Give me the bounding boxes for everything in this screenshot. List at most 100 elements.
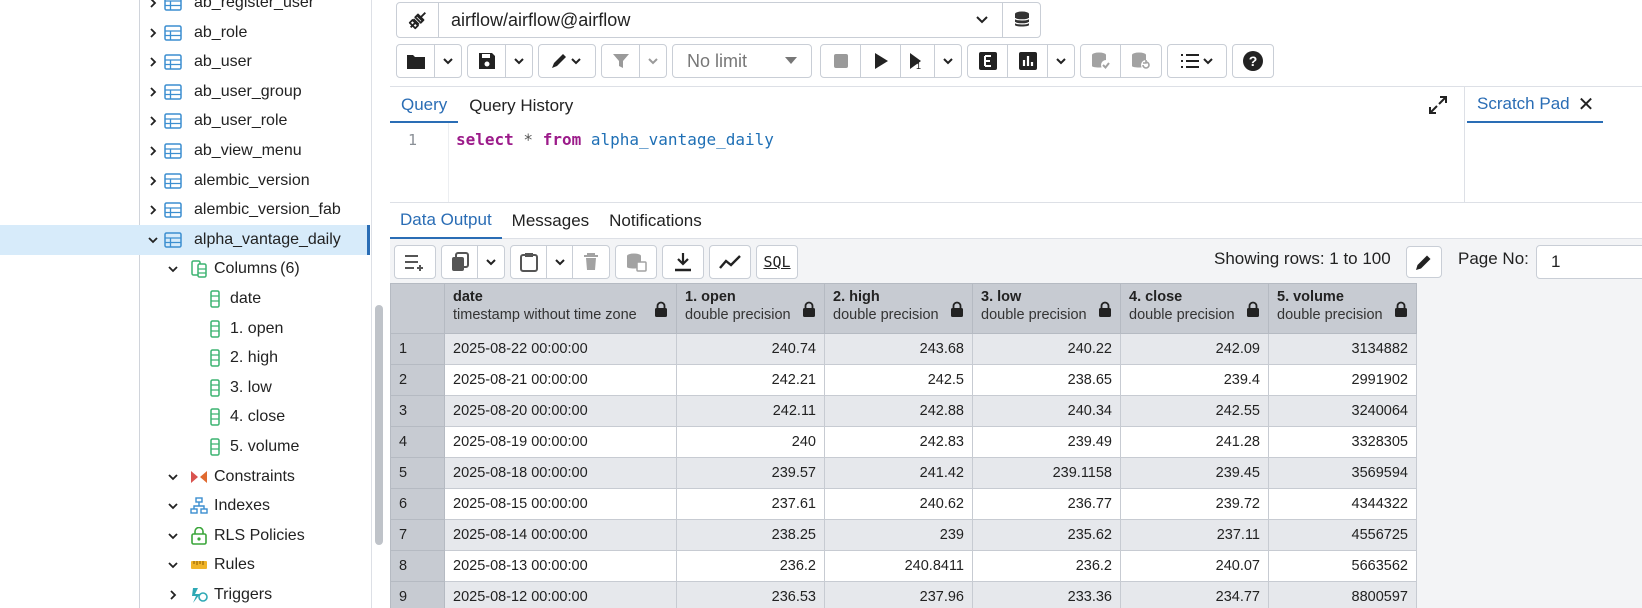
cell-value[interactable]: 240.74 [676,333,825,365]
cell-value[interactable]: 2991902 [1268,364,1417,396]
cell-date[interactable]: 2025-08-13 00:00:00 [444,550,677,582]
cell-value[interactable]: 4556725 [1268,519,1417,551]
tree-item-indexes[interactable]: Indexes [0,491,371,521]
code-line[interactable]: 1 select * from alpha_vantage_daily [390,127,1464,153]
chevron-right-icon[interactable] [146,203,160,217]
tree-item-columns[interactable]: Columns (6) [0,254,371,284]
cell-value[interactable]: 239.72 [1120,488,1269,520]
cell-value[interactable]: 3240064 [1268,395,1417,427]
sql-view-button[interactable]: SQL [757,246,797,278]
cell-value[interactable]: 5663562 [1268,550,1417,582]
cell-value[interactable]: 240.07 [1120,550,1269,582]
cell-value[interactable]: 241.28 [1120,426,1269,458]
cell-value[interactable]: 3328305 [1268,426,1417,458]
tree-item-ab-user[interactable]: ab_user [0,47,371,77]
tree-item-3-low[interactable]: 3. low [0,373,371,403]
tab-messages[interactable]: Messages [502,203,599,239]
tree-item-1-open[interactable]: 1. open [0,314,371,344]
graph-visualiser-icon[interactable] [710,246,750,278]
cell-value[interactable]: 240.62 [824,488,973,520]
cell-value[interactable]: 237.61 [676,488,825,520]
macros-list-icon[interactable] [1168,45,1226,77]
tree-item-2-high[interactable]: 2. high [0,343,371,373]
open-file-icon[interactable] [397,45,435,77]
help-icon[interactable]: ? [1233,45,1273,77]
save-icon[interactable] [468,45,506,77]
cell-date[interactable]: 2025-08-19 00:00:00 [444,426,677,458]
tree-item-triggers[interactable]: Triggers [0,580,371,608]
cell-value[interactable]: 236.77 [972,488,1121,520]
cell-value[interactable]: 8800597 [1268,581,1417,608]
row-number-header[interactable] [390,283,445,334]
row-number[interactable]: 5 [390,457,445,489]
tree-item-5-volume[interactable]: 5. volume [0,432,371,462]
column-header-date[interactable]: date timestamp without time zone [444,283,677,334]
chevron-down-icon[interactable] [166,470,180,484]
chevron-down-icon[interactable] [935,45,961,77]
paste-icon[interactable] [511,246,547,278]
page-number-input[interactable]: 1 [1536,245,1642,279]
chevron-down-icon[interactable] [166,262,180,276]
edit-pencil-icon[interactable] [539,45,595,77]
cell-value[interactable]: 242.5 [824,364,973,396]
tab-notifications[interactable]: Notifications [599,203,712,239]
cell-date[interactable]: 2025-08-14 00:00:00 [444,519,677,551]
cell-value[interactable]: 239 [824,519,973,551]
cell-value[interactable]: 240.34 [972,395,1121,427]
chevron-right-icon[interactable] [146,55,160,69]
cell-value[interactable]: 235.62 [972,519,1121,551]
chevron-right-icon[interactable] [146,85,160,99]
chevron-down-icon[interactable] [547,246,573,278]
table-row[interactable]: 8 2025-08-13 00:00:00 236.2 240.8411 236.2 24… [390,550,1417,582]
tree-item-ab-user-role[interactable]: ab_user_role [0,106,371,136]
copy-icon[interactable] [442,246,478,278]
tree-item-4-close[interactable]: 4. close [0,402,371,432]
cell-value[interactable]: 238.25 [676,519,825,551]
chevron-down-icon[interactable] [166,499,180,513]
tree-item-alembic-version-fab[interactable]: alembic_version_fab [0,195,371,225]
chevron-down-icon[interactable] [166,558,180,572]
cell-value[interactable]: 242.21 [676,364,825,396]
chevron-down-icon[interactable] [962,13,1002,27]
table-row[interactable]: 3 2025-08-20 00:00:00 242.11 242.88 240.34 24… [390,395,1417,427]
table-row[interactable]: 5 2025-08-18 00:00:00 239.57 241.42 239.1158… [390,457,1417,489]
tree-item-rls-policies[interactable]: RLS Policies [0,521,371,551]
table-row[interactable]: 6 2025-08-15 00:00:00 237.61 240.62 236.77 23… [390,488,1417,520]
row-number[interactable]: 6 [390,488,445,520]
chevron-down-icon[interactable] [166,529,180,543]
chevron-down-icon[interactable] [146,233,160,247]
row-number[interactable]: 7 [390,519,445,551]
edit-rows-button[interactable] [1406,246,1442,278]
cell-value[interactable]: 239.45 [1120,457,1269,489]
cell-value[interactable]: 242.55 [1120,395,1269,427]
cell-value[interactable]: 240.8411 [824,550,973,582]
cell-value[interactable]: 242.11 [676,395,825,427]
chevron-down-icon[interactable] [506,45,532,77]
filter-icon[interactable] [602,45,640,77]
table-row[interactable]: 1 2025-08-22 00:00:00 240.74 243.68 240.22 24… [390,333,1417,365]
row-number[interactable]: 9 [390,581,445,608]
download-icon[interactable] [663,246,703,278]
cell-value[interactable]: 243.68 [824,333,973,365]
cell-date[interactable]: 2025-08-18 00:00:00 [444,457,677,489]
chevron-right-icon[interactable] [146,174,160,188]
cell-value[interactable]: 4344322 [1268,488,1417,520]
sql-code[interactable]: select * from alpha_vantage_daily [456,130,774,149]
row-number[interactable]: 8 [390,550,445,582]
tree-item-ab-view-menu[interactable]: ab_view_menu [0,136,371,166]
chevron-right-icon[interactable] [146,26,160,40]
cell-value[interactable]: 3569594 [1268,457,1417,489]
chevron-right-icon[interactable] [146,144,160,158]
table-row[interactable]: 4 2025-08-19 00:00:00 240 242.83 239.49 241.2… [390,426,1417,458]
cell-date[interactable]: 2025-08-21 00:00:00 [444,364,677,396]
cell-value[interactable]: 239.57 [676,457,825,489]
chevron-right-icon[interactable] [166,588,180,602]
table-row[interactable]: 9 2025-08-12 00:00:00 236.53 237.96 233.36 23… [390,581,1417,608]
execute-play-icon[interactable] [861,45,901,77]
cell-value[interactable]: 238.65 [972,364,1121,396]
cell-value[interactable]: 239.1158 [972,457,1121,489]
tab-query-history[interactable]: Query History [458,89,584,123]
explorer-scrollbar[interactable] [375,305,383,545]
cell-value[interactable]: 233.36 [972,581,1121,608]
cell-value[interactable]: 240.22 [972,333,1121,365]
